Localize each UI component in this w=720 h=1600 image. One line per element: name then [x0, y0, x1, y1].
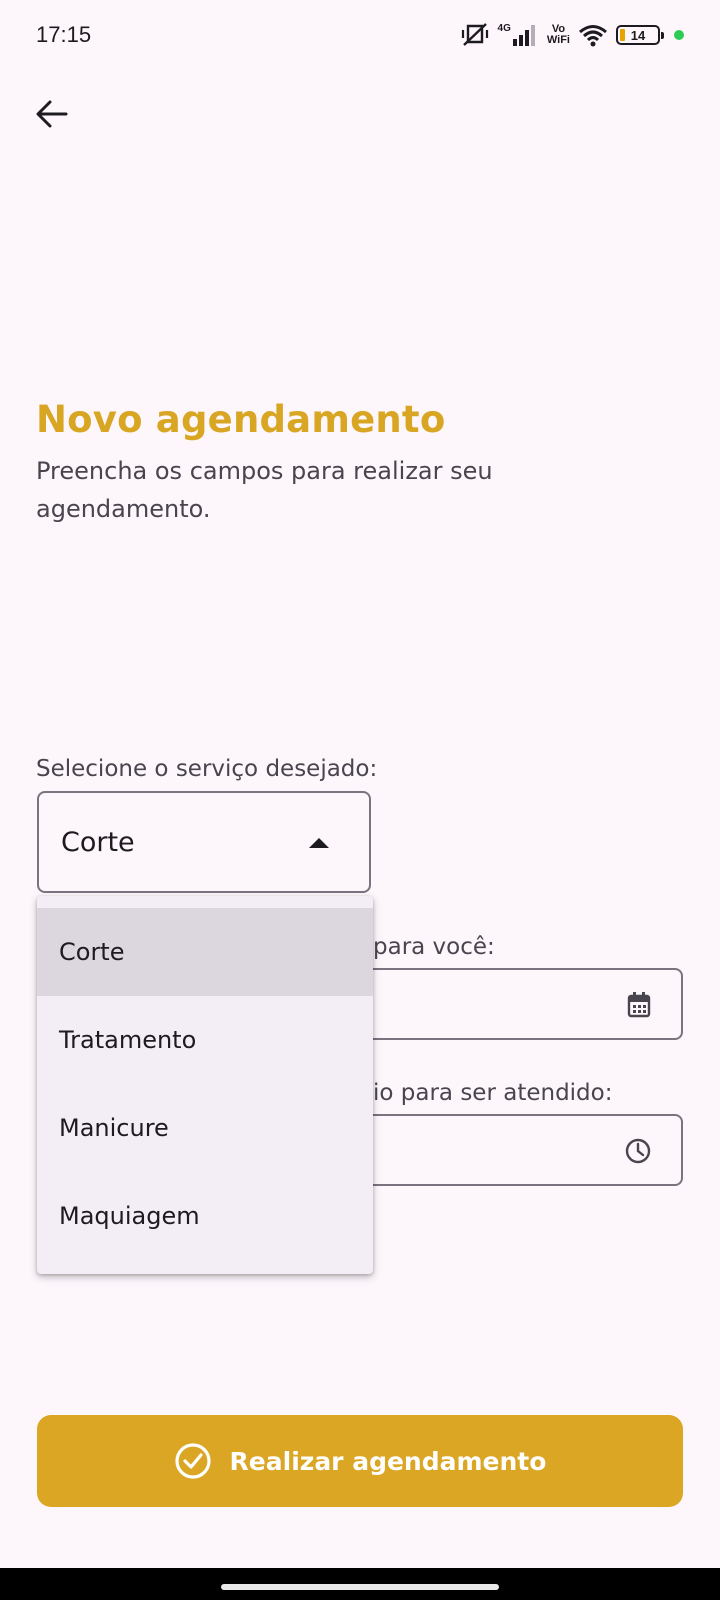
dropdown-option-tratamento[interactable]: Tratamento — [37, 996, 373, 1084]
privacy-indicator-dot — [674, 30, 684, 40]
clock-icon[interactable] — [625, 1138, 651, 1164]
time-label: io para ser atendido: — [373, 1080, 613, 1106]
service-selected-value: Corte — [61, 827, 135, 858]
status-time: 17:15 — [36, 22, 92, 47]
service-label: Selecione o serviço desejado: — [36, 756, 378, 782]
date-field[interactable] — [370, 968, 683, 1040]
battery-icon: 14 — [616, 25, 664, 45]
home-gesture-handle[interactable] — [221, 1584, 499, 1590]
page-subtitle: Preencha os campos para realizar seu age… — [36, 457, 493, 523]
caret-up-icon — [309, 838, 329, 848]
back-button[interactable] — [30, 92, 74, 136]
time-field[interactable] — [370, 1114, 683, 1186]
date-label: para você: — [373, 934, 495, 960]
check-circle-icon — [174, 1443, 211, 1479]
service-dropdown[interactable]: Corte — [37, 791, 371, 893]
submit-appointment-button[interactable]: Realizar agendamento — [37, 1415, 683, 1507]
service-dropdown-menu: Corte Tratamento Manicure Maquiagem — [37, 896, 373, 1274]
status-bar: 17:15 4G Vo WiFi 14 — [0, 0, 720, 70]
signal-icon: 4G — [498, 24, 539, 46]
submit-button-label: Realizar agendamento — [229, 1446, 547, 1476]
dropdown-option-corte[interactable]: Corte — [37, 908, 373, 996]
wifi-icon — [579, 25, 607, 47]
dropdown-option-maquiagem[interactable]: Maquiagem — [37, 1172, 373, 1260]
vowifi-icon: Vo WiFi — [546, 23, 570, 46]
arrow-left-icon — [36, 100, 68, 128]
page-title: Novo agendamento — [36, 398, 446, 441]
status-icons: 4G Vo WiFi 14 — [460, 20, 684, 50]
dropdown-option-manicure[interactable]: Manicure — [37, 1084, 373, 1172]
mute-vibrate-icon — [461, 23, 488, 46]
calendar-icon[interactable] — [627, 992, 651, 1018]
